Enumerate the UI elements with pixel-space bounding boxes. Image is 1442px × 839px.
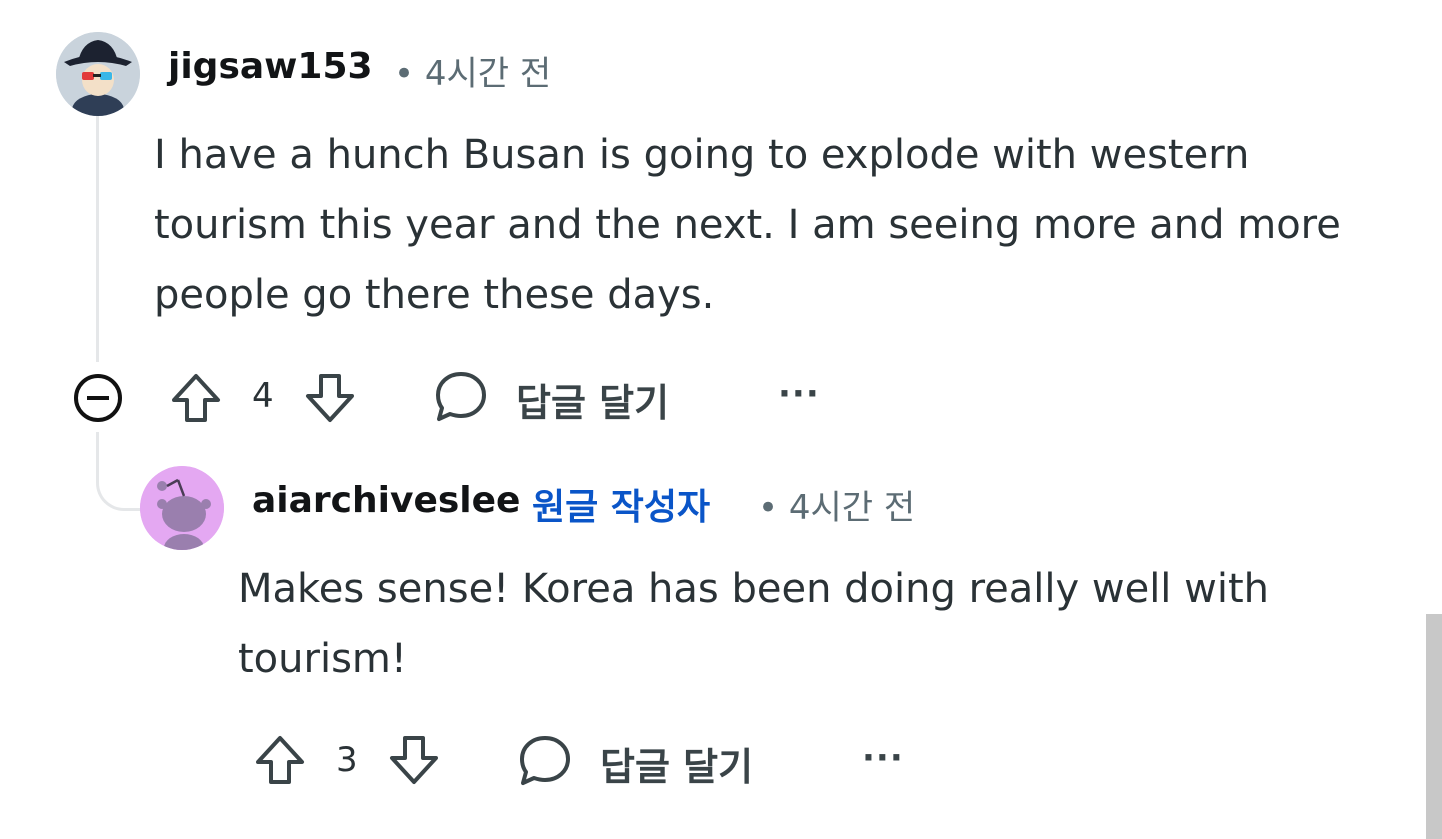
downvote-button[interactable] [302,370,358,426]
cartoon-hat-avatar-icon [56,32,140,116]
reply-username[interactable]: aiarchiveslee [252,480,520,521]
collapse-minus-icon [74,374,122,422]
downvote-icon [390,736,438,784]
vote-count: 4 [252,376,274,416]
reply-vote-count: 3 [336,740,358,780]
collapse-thread-button[interactable] [72,372,124,424]
more-options-button[interactable]: ··· [778,374,820,414]
reply-user-avatar[interactable] [140,466,224,550]
reply-body: Makes sense! Korea has been doing really… [238,566,1269,682]
upvote-icon [172,374,220,422]
upvote-button[interactable] [168,370,224,426]
speech-bubble-icon [520,736,570,785]
user-avatar[interactable] [56,32,140,116]
reply-reply-label[interactable]: 답글 달기 [600,736,753,791]
reply-downvote-button[interactable] [386,732,442,788]
op-badge: 원글 작성자 [532,487,711,528]
reply-more-options-button[interactable]: ··· [862,738,904,778]
reply-label[interactable]: 답글 달기 [516,372,669,427]
speech-bubble-icon [436,372,486,421]
scrollbar-thumb[interactable] [1426,614,1442,839]
downvote-icon [306,374,354,422]
reply-upvote-button[interactable] [252,732,308,788]
comment-timestamp[interactable]: • 4시간 전 [394,46,551,95]
reply-timestamp[interactable]: • 4시간 전 [758,480,915,529]
thread-line [96,112,99,362]
upvote-icon [256,736,304,784]
snoo-avatar-icon [140,466,224,550]
comment-username[interactable]: jigsaw153 [168,46,373,87]
comment-body: I have a hunch Busan is going to explode… [154,132,1341,318]
